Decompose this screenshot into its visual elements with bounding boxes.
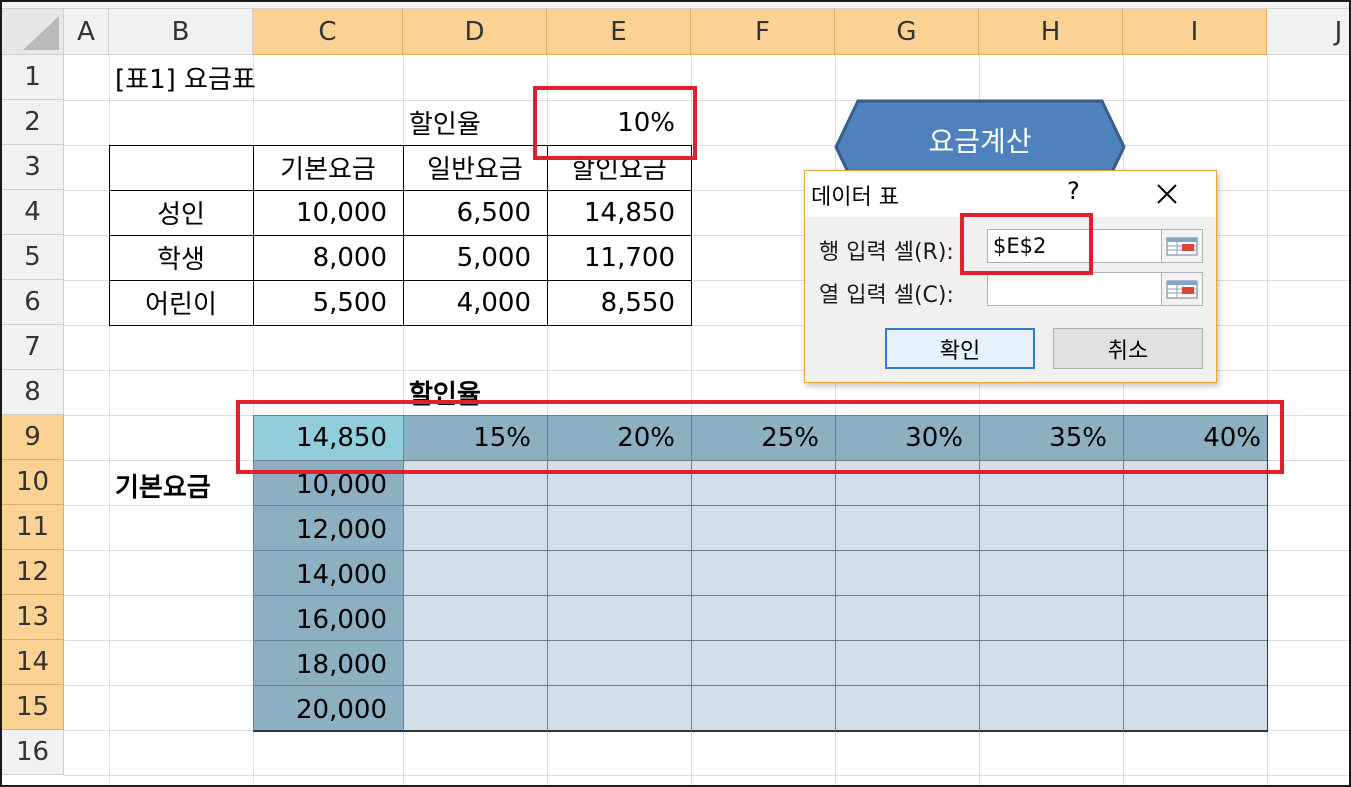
child-base-fee[interactable]: 5,500 [253, 280, 403, 325]
table-border [253, 685, 1268, 686]
table-border [253, 730, 1268, 732]
base-fee-cell[interactable]: 20,000 [253, 685, 403, 735]
table-border [1123, 415, 1124, 731]
column-input-label: 열 입력 셀(C): [819, 283, 954, 308]
adult-normal-fee[interactable]: 6,500 [403, 190, 547, 235]
row-header-5[interactable]: 5 [2, 235, 64, 280]
row-header-6[interactable]: 6 [2, 280, 64, 325]
data-table-dialog: 데이터 표 ? 행 입력 셀(R): $E$2 열 입력 셀(C): 확인 취소 [804, 170, 1217, 383]
cancel-button[interactable]: 취소 [1053, 328, 1203, 369]
ribbon-edge [2, 2, 1349, 9]
table-border [109, 325, 692, 326]
row-input-collapse-button[interactable] [1161, 229, 1203, 263]
header-normal-fee[interactable]: 일반요금 [403, 145, 547, 190]
table-border [253, 640, 1268, 641]
column-header-h[interactable]: H [979, 9, 1123, 55]
row-input-field[interactable]: $E$2 [987, 229, 1163, 263]
column-header-e[interactable]: E [547, 9, 691, 55]
header-base-fee[interactable]: 기본요금 [253, 145, 403, 190]
adult-base-fee[interactable]: 10,000 [253, 190, 403, 235]
close-icon[interactable] [1150, 177, 1184, 211]
adult-discounted-fee[interactable]: 14,850 [547, 190, 691, 235]
table-border [547, 415, 548, 731]
table-border [253, 460, 1268, 461]
base-fee-cell[interactable]: 12,000 [253, 505, 403, 555]
table-title[interactable]: [표1] 요금표 [109, 55, 409, 100]
child-discounted-fee[interactable]: 8,550 [547, 280, 691, 325]
fee-calc-shape-label: 요금계산 [928, 125, 1032, 158]
row-header-7[interactable]: 7 [2, 325, 64, 370]
rate-cell[interactable]: 40% [1123, 415, 1267, 460]
rate-cell[interactable]: 20% [547, 415, 691, 460]
student-normal-fee[interactable]: 5,000 [403, 235, 547, 280]
rate-cell[interactable]: 25% [691, 415, 835, 460]
row-label-adult[interactable]: 성인 [109, 190, 253, 235]
range-select-icon [1166, 280, 1198, 299]
discount-label-cell[interactable]: 할인율 [403, 100, 547, 145]
dialog-title: 데이터 표 [811, 185, 899, 210]
base-fee-axis-label[interactable]: 기본요금 [109, 460, 253, 510]
table-border [979, 415, 980, 731]
row-header-3[interactable]: 3 [2, 145, 64, 190]
range-select-icon [1166, 237, 1198, 256]
column-header-g[interactable]: G [835, 9, 979, 55]
base-fee-cell[interactable]: 16,000 [253, 595, 403, 645]
data-table-formula-cell[interactable]: 14,850 [253, 415, 403, 460]
rate-axis-label[interactable]: 할인율 [403, 370, 547, 415]
column-input-collapse-button[interactable] [1161, 272, 1203, 306]
row-header-8[interactable]: 8 [2, 370, 64, 415]
column-header-d[interactable]: D [403, 9, 547, 55]
base-fee-cell[interactable]: 14,000 [253, 550, 403, 600]
row-header-4[interactable]: 4 [2, 190, 64, 235]
spreadsheet-window: A B C D E F G H I J 1 2 3 4 5 6 7 8 9 10… [0, 0, 1351, 787]
table-border [691, 415, 692, 731]
table-border [253, 595, 1268, 596]
row-header-1[interactable]: 1 [2, 55, 64, 100]
child-normal-fee[interactable]: 4,000 [403, 280, 547, 325]
table-border [1267, 415, 1268, 731]
table-border [403, 415, 404, 731]
student-discounted-fee[interactable]: 11,700 [547, 235, 691, 280]
rate-cell[interactable]: 30% [835, 415, 979, 460]
column-input-field[interactable] [987, 272, 1163, 306]
student-base-fee[interactable]: 8,000 [253, 235, 403, 280]
row-header-12[interactable]: 12 [2, 550, 64, 595]
column-header-a[interactable]: A [64, 9, 109, 55]
base-fee-cell[interactable]: 18,000 [253, 640, 403, 690]
column-header-c[interactable]: C [253, 9, 403, 55]
table-border [691, 145, 692, 326]
help-button[interactable]: ? [1067, 177, 1080, 205]
rate-cell[interactable]: 15% [403, 415, 547, 460]
gridline [64, 775, 1349, 776]
row-label-child[interactable]: 어린이 [109, 280, 253, 325]
discount-rate-cell[interactable]: 10% [547, 100, 691, 145]
column-header-i[interactable]: I [1123, 9, 1267, 55]
select-all-icon [23, 16, 59, 50]
column-header-j[interactable]: J [1267, 9, 1349, 55]
row-header-14[interactable]: 14 [2, 640, 64, 685]
gridline [64, 100, 1349, 101]
column-header-f[interactable]: F [691, 9, 835, 55]
row-header-16[interactable]: 16 [2, 730, 64, 775]
ok-button[interactable]: 확인 [885, 328, 1035, 369]
header-discounted-fee[interactable]: 할인요금 [547, 145, 691, 190]
row-header-2[interactable]: 2 [2, 100, 64, 145]
row-header-13[interactable]: 13 [2, 595, 64, 640]
row-header-10[interactable]: 10 [2, 460, 64, 505]
table-border [253, 505, 1268, 506]
row-input-label: 행 입력 셀(R): [819, 240, 954, 265]
row-label-student[interactable]: 학생 [109, 235, 253, 280]
row-header-15[interactable]: 15 [2, 685, 64, 730]
base-fee-cell[interactable]: 10,000 [253, 460, 403, 510]
row-header-9[interactable]: 9 [2, 415, 64, 460]
column-header-b[interactable]: B [109, 9, 253, 55]
table-border [253, 550, 1268, 551]
select-all-button[interactable] [2, 9, 64, 55]
rate-cell[interactable]: 35% [979, 415, 1123, 460]
row-header-11[interactable]: 11 [2, 505, 64, 550]
table-border [835, 415, 836, 731]
